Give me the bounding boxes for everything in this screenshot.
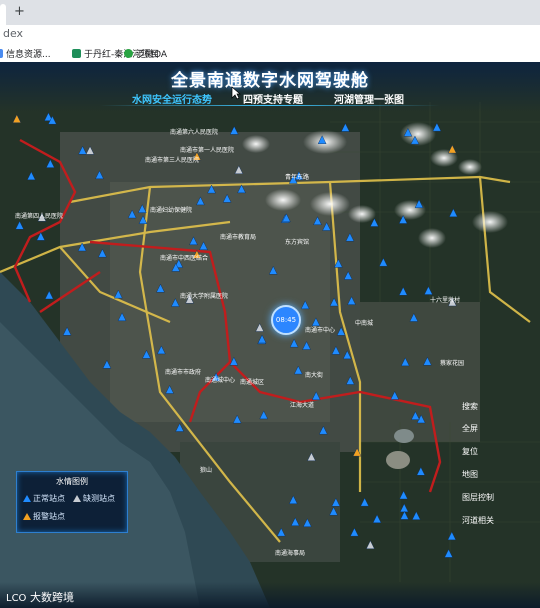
map-label: 南通海事局 xyxy=(275,549,305,557)
map-label: 东方宾馆 xyxy=(285,238,309,246)
menu-river-related[interactable]: 河道相关 xyxy=(462,515,494,526)
header-underline xyxy=(100,105,440,106)
map-label: 南通市市政府 xyxy=(165,368,201,376)
map-label: 十六里墩村 xyxy=(430,296,460,304)
cursor-icon xyxy=(231,86,241,100)
bookmark-item[interactable]: 信息资源... xyxy=(0,47,51,60)
menu-reset[interactable]: 复位 xyxy=(462,446,478,457)
footer-logo: LCO 大数跨境 xyxy=(6,589,74,605)
legend-item-normal: 正常站点 xyxy=(23,493,65,504)
tab-river-lake-map[interactable]: 河湖管理一张图 xyxy=(334,91,404,106)
legend-panel: 水情图例 正常站点 缺测站点 报警站点 xyxy=(16,471,128,533)
legend-label: 报警站点 xyxy=(33,512,65,521)
menu-layer-control[interactable]: 图层控制 xyxy=(462,492,494,503)
triangle-orange-icon xyxy=(23,513,31,520)
bookmark-label: 信息资源... xyxy=(6,50,51,60)
tab-water-safety[interactable]: 水网安全运行态势 xyxy=(132,91,212,106)
url-text[interactable]: dex xyxy=(3,27,23,40)
map-label: 南通城区 xyxy=(240,378,264,386)
legend-title: 水情图例 xyxy=(56,477,88,486)
triangle-gray-icon xyxy=(73,495,81,502)
legend-label: 正常站点 xyxy=(33,494,65,503)
map-label: 南通大学附属医院 xyxy=(180,292,228,300)
address-bar[interactable]: dex xyxy=(0,25,540,45)
map-label: 南通第四人民医院 xyxy=(15,212,63,220)
menu-search[interactable]: 搜索 xyxy=(462,401,478,412)
map-label: 南通市中心 xyxy=(305,326,335,334)
menu-fullscreen[interactable]: 全屏 xyxy=(462,423,478,434)
tab-four-pre-support[interactable]: 四预支持专题 xyxy=(243,91,303,106)
map-label: 中南城 xyxy=(355,319,373,327)
map-label: 蔡家花园 xyxy=(440,359,464,367)
map-label: 青年东路 xyxy=(285,173,309,181)
map-label: 江海大道 xyxy=(290,401,314,409)
map-label: 狼山 xyxy=(200,466,212,474)
map-label: 南通市教育局 xyxy=(220,233,256,241)
page-title: 全景南通数字水网驾驶舱 xyxy=(171,71,369,91)
map-label: 南通市第三人民医院 xyxy=(145,156,199,164)
app-footer xyxy=(0,582,540,608)
browser-tab-bar: + xyxy=(0,0,540,25)
legend-item-missing: 缺测站点 xyxy=(73,493,115,504)
app-header: 全景南通数字水网驾驶舱 水网安全运行态势 四预支持专题 河湖管理一张图 xyxy=(0,62,540,112)
triangle-blue-icon xyxy=(23,495,31,502)
new-tab-button[interactable]: + xyxy=(14,4,25,19)
logo-text: 大数跨境 xyxy=(30,591,74,604)
map-label: 南大街 xyxy=(305,371,323,379)
map-label: 南通城中心 xyxy=(205,376,235,384)
map-label: 南通妇幼保健院 xyxy=(150,206,192,214)
bookmark-icon xyxy=(72,49,81,58)
menu-map[interactable]: 地图 xyxy=(462,469,478,480)
legend-label: 缺测站点 xyxy=(83,494,115,503)
map-label: 南通市中西医结合 xyxy=(160,254,208,262)
svg-text:LCO: LCO xyxy=(6,593,26,603)
bookmark-label: 泛微OA xyxy=(136,50,168,60)
logo-icon: LCO xyxy=(6,593,26,603)
browser-tab[interactable] xyxy=(0,4,6,25)
bookmarks-bar: 信息资源... 于丹红-秦淮河项目 泛微OA xyxy=(0,44,540,63)
gear-icon xyxy=(124,49,133,58)
legend-item-alarm: 报警站点 xyxy=(23,511,65,522)
bookmark-icon xyxy=(0,49,3,58)
map-label: 南通第六人民医院 xyxy=(170,128,218,136)
water-cockpit-app: 南通第六人民医院南通市第一人民医院南通第四人民医院 南通市第三人民医院青年东路南通… xyxy=(0,62,540,608)
map-label: 南通市第一人民医院 xyxy=(180,146,234,154)
bookmark-item[interactable]: 泛微OA xyxy=(124,47,167,60)
time-badge[interactable]: 08:45 xyxy=(271,305,301,335)
